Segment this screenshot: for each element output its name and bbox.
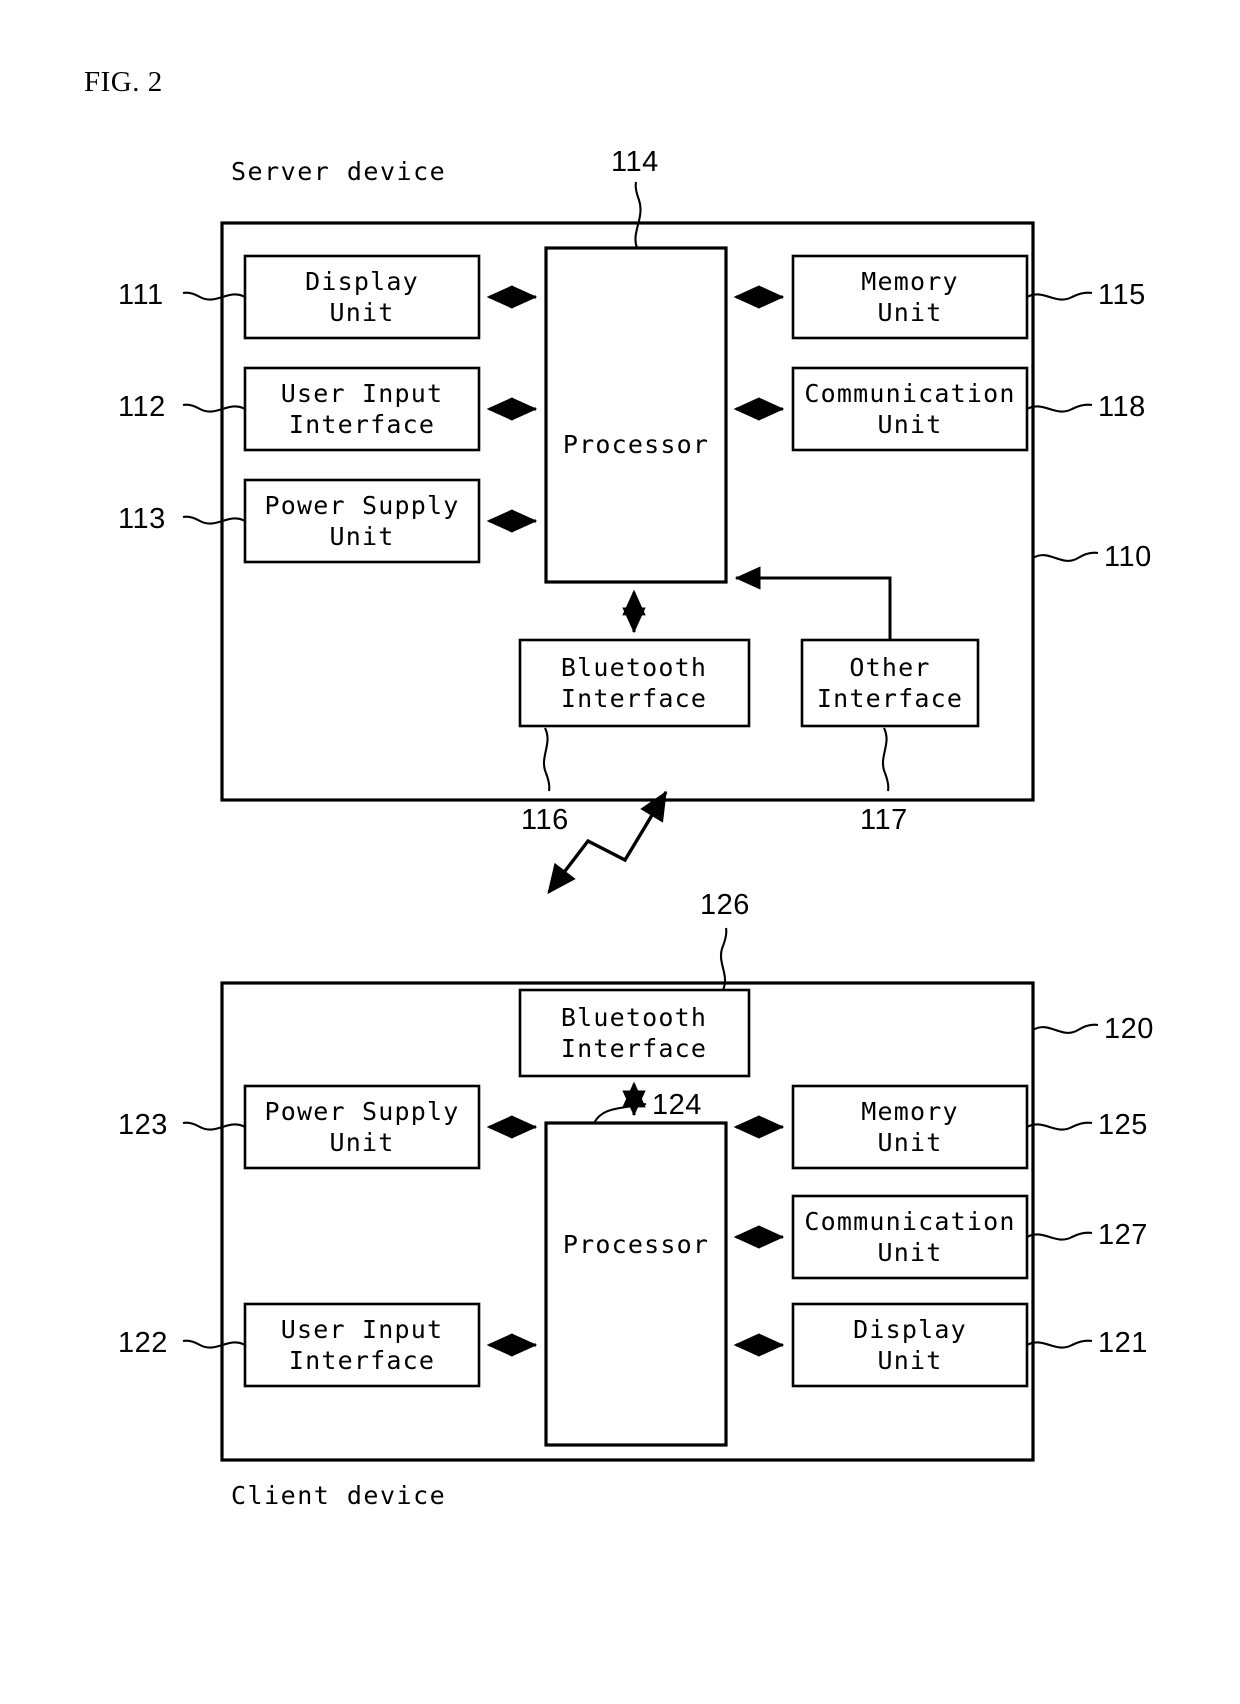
ref-number-126: 126 (700, 889, 750, 921)
server-bluetooth-label-line2: Interface (561, 684, 707, 713)
server-communication-unit-label-line1: Communication (804, 379, 1015, 408)
leader-line-127 (1026, 1231, 1093, 1241)
server-power-supply-label-line2: Unit (329, 522, 394, 551)
client-communication-unit-label-line1: Communication (804, 1207, 1015, 1236)
leader-line-126 (719, 927, 728, 991)
ref-number-110: 110 (1104, 541, 1152, 573)
ref-number-117: 117 (860, 804, 908, 836)
ref-number-127: 127 (1098, 1219, 1148, 1251)
client-device-caption: Client device (231, 1481, 446, 1510)
client-processor-box (544, 1121, 728, 1447)
leader-line-123 (182, 1121, 246, 1131)
server-memory-unit-label-line1: Memory (861, 267, 959, 296)
leader-line-125 (1026, 1121, 1093, 1131)
leader-line-110 (1032, 551, 1099, 562)
ref-number-125: 125 (1098, 1109, 1148, 1141)
server-processor-label: Processor (563, 430, 709, 459)
client-power-supply-label-line1: Power Supply (264, 1097, 459, 1126)
client-user-input-label-line1: User Input (281, 1315, 444, 1344)
ref-number-116: 116 (521, 804, 569, 836)
client-bluetooth-label-line1: Bluetooth (561, 1003, 707, 1032)
ref-number-115: 115 (1098, 279, 1146, 311)
server-other-interface-label-line1: Other (849, 653, 930, 682)
ref-number-120: 120 (1104, 1013, 1154, 1045)
client-memory-unit-label-line2: Unit (877, 1128, 942, 1157)
client-bluetooth-label-line2: Interface (561, 1034, 707, 1063)
server-power-supply-label-line1: Power Supply (264, 491, 459, 520)
leader-line-112 (182, 403, 246, 413)
ref-number-111: 111 (118, 279, 164, 311)
server-display-unit-label-line1: Display (305, 267, 419, 296)
leader-line-116 (542, 727, 551, 792)
client-display-unit-label-line2: Unit (877, 1346, 942, 1375)
leader-line-115 (1026, 291, 1093, 301)
leader-line-114 (634, 181, 642, 249)
ref-number-121: 121 (1098, 1327, 1148, 1359)
leader-line-111 (182, 291, 246, 301)
server-processor-box (544, 246, 728, 584)
ref-number-118: 118 (1098, 391, 1146, 423)
client-processor-label: Processor (563, 1230, 709, 1259)
leader-line-113 (182, 515, 246, 525)
client-power-supply-label-line2: Unit (329, 1128, 394, 1157)
ref-number-114: 114 (611, 146, 659, 178)
client-communication-unit-label-line2: Unit (877, 1238, 942, 1267)
ref-number-122: 122 (118, 1327, 168, 1359)
server-user-input-label-line2: Interface (289, 410, 435, 439)
server-bluetooth-label-line1: Bluetooth (561, 653, 707, 682)
ref-number-113: 113 (118, 503, 166, 535)
leader-line-118 (1026, 403, 1093, 413)
ref-number-124: 124 (652, 1089, 702, 1121)
leader-line-124 (593, 1102, 647, 1124)
server-user-input-label-line1: User Input (281, 379, 444, 408)
leader-line-122 (182, 1339, 246, 1349)
client-display-unit-label-line1: Display (853, 1315, 967, 1344)
block-diagram: Server device 110 Processor 114 Display … (118, 146, 1154, 1510)
client-user-input-label-line2: Interface (289, 1346, 435, 1375)
server-memory-unit-label-line2: Unit (877, 298, 942, 327)
client-memory-unit-label-line1: Memory (861, 1097, 959, 1126)
server-communication-unit-label-line2: Unit (877, 410, 942, 439)
ref-number-112: 112 (118, 391, 166, 423)
leader-line-117 (881, 727, 890, 792)
leader-line-121 (1026, 1339, 1093, 1349)
server-device-caption: Server device (231, 157, 446, 186)
arrow-other-interface-processor (734, 566, 892, 640)
leader-line-120 (1032, 1023, 1099, 1034)
ref-number-123: 123 (118, 1109, 168, 1141)
server-other-interface-label-line2: Interface (817, 684, 963, 713)
server-display-unit-label-line2: Unit (329, 298, 394, 327)
patent-figure: FIG. 2 Server device 110 Processor 114 D… (0, 0, 1240, 1704)
